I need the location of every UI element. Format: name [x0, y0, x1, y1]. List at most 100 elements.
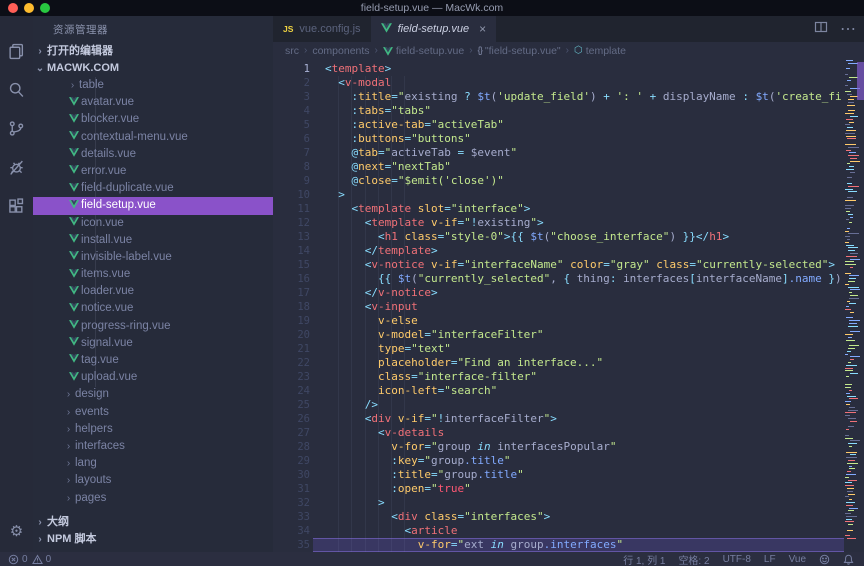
npm-scripts-section[interactable]: ›NPM 脚本 [33, 531, 273, 548]
code-line-9[interactable]: @close="$emit('close')" [325, 174, 842, 188]
code-line-31[interactable]: :open="true" [325, 482, 842, 496]
file-item-pages[interactable]: ›pages [33, 490, 273, 507]
error-circle-status[interactable]: 0 [8, 554, 28, 565]
code-line-21[interactable]: type="text" [325, 342, 842, 356]
status-utf-8[interactable]: UTF-8 [723, 554, 751, 565]
file-item-layouts[interactable]: ›layouts [33, 472, 273, 489]
file-item-table[interactable]: ›table [33, 77, 273, 94]
code-line-3[interactable]: :title="existing ? $t('update_field') + … [325, 90, 842, 104]
settings-gear-icon[interactable]: ⚙ [0, 522, 33, 540]
code-line-11[interactable]: <template slot="interface"> [325, 202, 842, 216]
line-number: 1 [273, 62, 310, 76]
open-editors-section[interactable]: ›打开的编辑器 [33, 43, 273, 60]
tab-field-setup.vue[interactable]: field-setup.vue× [371, 16, 497, 42]
file-item-icon.vue[interactable]: icon.vue [33, 215, 273, 232]
line-number: 16 [273, 272, 310, 286]
workspace-root[interactable]: ⌄MACWK.COM [33, 60, 273, 77]
code-line-24[interactable]: icon-left="search" [325, 384, 842, 398]
code-line-22[interactable]: placeholder="Find an interface..." [325, 356, 842, 370]
code-line-34[interactable]: <article [325, 524, 842, 538]
problems-status[interactable]: 00 [0, 554, 51, 565]
file-item-events[interactable]: ›events [33, 404, 273, 421]
breadcrumb-item[interactable]: ⬡template [574, 42, 626, 60]
code-line-32[interactable]: > [325, 496, 842, 510]
source-control-icon[interactable] [0, 111, 33, 145]
breadcrumb-item[interactable]: {}"field-setup.vue" [478, 42, 561, 60]
code-line-4[interactable]: :tabs="tabs" [325, 104, 842, 118]
status--2[interactable]: 空格: 2 [678, 552, 709, 566]
status-vue[interactable]: Vue [789, 554, 806, 565]
file-item-items.vue[interactable]: items.vue [33, 266, 273, 283]
more-actions-icon[interactable]: ⋯ [840, 19, 856, 39]
warning-triangle-status[interactable]: 0 [32, 554, 52, 565]
file-item-tag.vue[interactable]: tag.vue [33, 352, 273, 369]
breadcrumb-item[interactable]: components [312, 42, 369, 60]
explorer-icon[interactable] [0, 34, 33, 68]
code-line-1[interactable]: <template> [325, 62, 842, 76]
vue-file-icon [66, 146, 81, 163]
debug-icon[interactable] [0, 150, 33, 184]
code-line-2[interactable]: <v-modal [325, 76, 842, 90]
breadcrumb-item[interactable]: src [285, 42, 299, 60]
file-item-interfaces[interactable]: ›interfaces [33, 438, 273, 455]
code-line-15[interactable]: <v-notice v-if="interfaceName" color="gr… [325, 258, 842, 272]
close-tab-icon[interactable]: × [479, 22, 486, 36]
code-line-8[interactable]: @next="nextTab" [325, 160, 842, 174]
breadcrumb-item[interactable]: field-setup.vue [383, 42, 464, 60]
minimap[interactable] [845, 60, 860, 550]
file-item-loader.vue[interactable]: loader.vue [33, 283, 273, 300]
file-item-details.vue[interactable]: details.vue [33, 146, 273, 163]
file-item-error.vue[interactable]: error.vue [33, 163, 273, 180]
code-line-29[interactable]: :key="group.title" [325, 454, 842, 468]
code-line-7[interactable]: @tab="activeTab = $event" [325, 146, 842, 160]
file-label: notice.vue [81, 302, 133, 314]
code-line-23[interactable]: class="interface-filter" [325, 370, 842, 384]
code-line-27[interactable]: <v-details [325, 426, 842, 440]
code-line-35[interactable]: v-for="ext in group.interfaces" [325, 538, 842, 552]
code-line-28[interactable]: v-for="group in interfacesPopular" [325, 440, 842, 454]
search-icon[interactable] [0, 72, 33, 106]
file-item-upload.vue[interactable]: upload.vue [33, 369, 273, 386]
code-line-17[interactable]: </v-notice> [325, 286, 842, 300]
file-item-field-duplicate.vue[interactable]: field-duplicate.vue [33, 180, 273, 197]
file-item-signal.vue[interactable]: signal.vue [33, 335, 273, 352]
code-line-18[interactable]: <v-input [325, 300, 842, 314]
status--1-1[interactable]: 行 1, 列 1 [623, 552, 665, 566]
file-item-helpers[interactable]: ›helpers [33, 421, 273, 438]
code-line-19[interactable]: v-else [325, 314, 842, 328]
code-line-30[interactable]: :title="group.title" [325, 468, 842, 482]
code-line-16[interactable]: {{ $t("currently_selected", { thing: int… [325, 272, 842, 286]
code-line-10[interactable]: > [325, 188, 842, 202]
code-line-26[interactable]: <div v-if="!interfaceFilter"> [325, 412, 842, 426]
code-line-5[interactable]: :active-tab="activeTab" [325, 118, 842, 132]
code-line-25[interactable]: /> [325, 398, 842, 412]
code-line-33[interactable]: <div class="interfaces"> [325, 510, 842, 524]
file-item-lang[interactable]: ›lang [33, 455, 273, 472]
file-item-progress-ring.vue[interactable]: progress-ring.vue [33, 318, 273, 335]
code-line-20[interactable]: v-model="interfaceFilter" [325, 328, 842, 342]
scrollbar-thumb[interactable] [857, 62, 864, 100]
code-line-13[interactable]: <h1 class="style-0">{{ $t("choose_interf… [325, 230, 842, 244]
tab-vue.config.js[interactable]: JSvue.config.js [273, 16, 371, 42]
split-editor-icon[interactable] [814, 20, 828, 39]
code-line-14[interactable]: </template> [325, 244, 842, 258]
code-editor[interactable]: 1234567891011121314151617181920212223242… [273, 60, 864, 552]
status-lf[interactable]: LF [764, 554, 776, 565]
file-item-contextual-menu.vue[interactable]: contextual-menu.vue [33, 129, 273, 146]
line-number: 21 [273, 342, 310, 356]
bell-icon[interactable] [843, 554, 854, 565]
file-label: signal.vue [81, 337, 133, 349]
file-item-blocker.vue[interactable]: blocker.vue [33, 111, 273, 128]
line-number: 14 [273, 244, 310, 258]
file-item-invisible-label.vue[interactable]: invisible-label.vue [33, 249, 273, 266]
code-line-12[interactable]: <template v-if="!existing"> [325, 216, 842, 230]
file-item-notice.vue[interactable]: notice.vue [33, 300, 273, 317]
file-item-install.vue[interactable]: install.vue [33, 232, 273, 249]
outline-section[interactable]: ›大纲 [33, 514, 273, 531]
code-line-6[interactable]: :buttons="buttons" [325, 132, 842, 146]
file-item-design[interactable]: ›design [33, 386, 273, 403]
file-item-field-setup.vue[interactable]: field-setup.vue [33, 197, 273, 214]
feedback-smiley-icon[interactable] [819, 554, 830, 565]
file-item-avatar.vue[interactable]: avatar.vue [33, 94, 273, 111]
extensions-icon[interactable] [0, 189, 33, 223]
